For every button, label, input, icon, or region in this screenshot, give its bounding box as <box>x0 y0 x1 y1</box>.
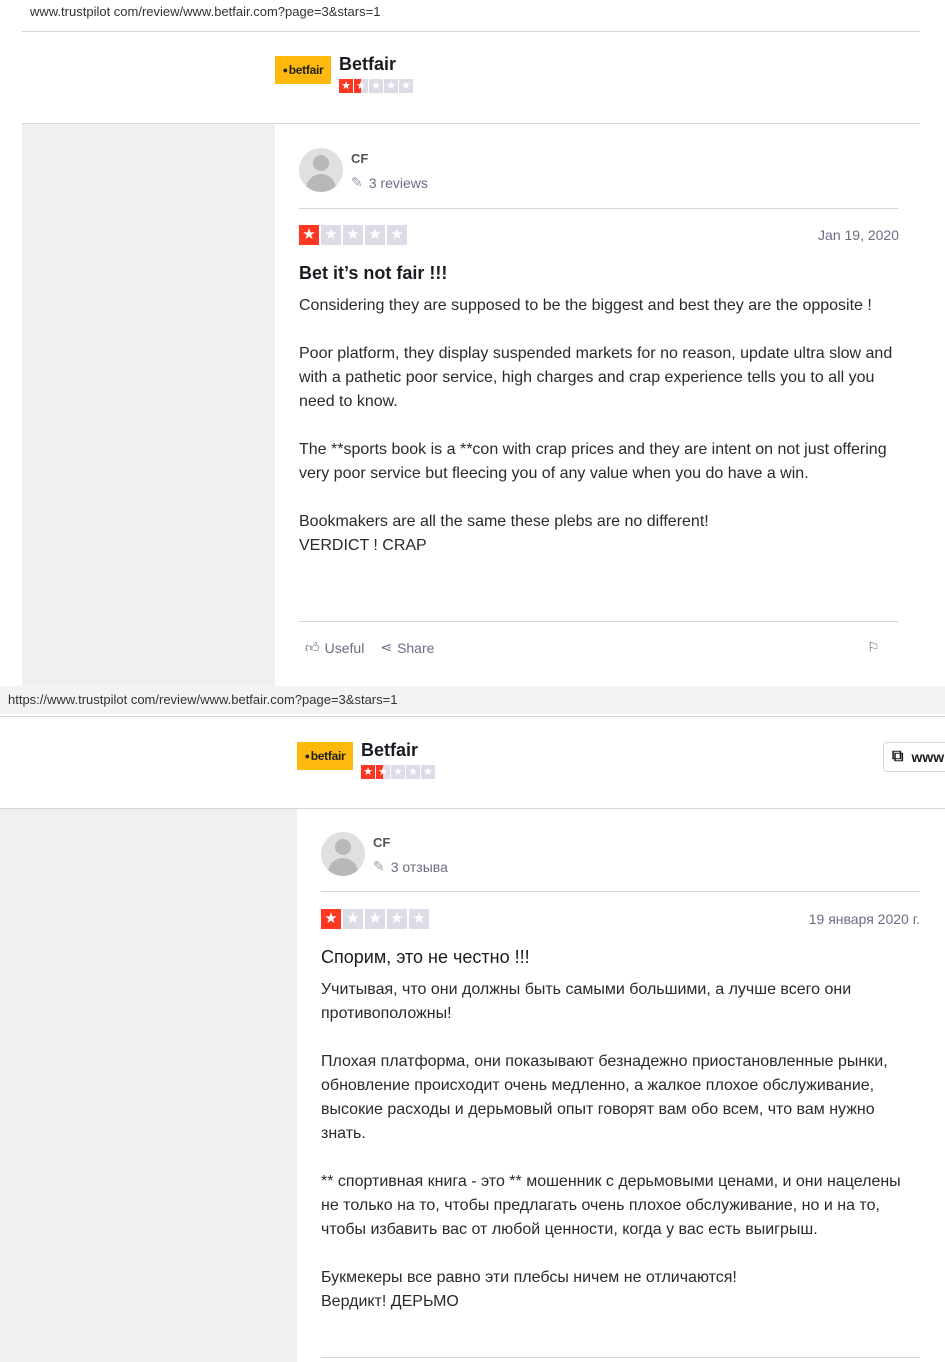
star-icon: ★ <box>409 909 429 929</box>
star-icon: ★ <box>399 79 413 93</box>
star-icon: ★ <box>421 765 435 779</box>
review-paragraph: Учитывая, что они должны быть самыми бол… <box>321 981 852 1022</box>
review-body: Considering they are supposed to be the … <box>299 294 894 558</box>
visit-website-button[interactable]: ⧉ www <box>883 742 945 772</box>
company-rating: ★ ★ ★ ★ ★ <box>339 79 413 93</box>
company-logo[interactable]: ● betfair <box>297 742 353 770</box>
company-name[interactable]: Betfair <box>339 54 413 74</box>
star-icon: ★ <box>339 79 353 93</box>
divider <box>321 1357 920 1358</box>
review-rating: ★ ★ ★ ★ ★ <box>321 909 429 929</box>
star-icon: ★ <box>343 225 363 245</box>
avatar-icon[interactable] <box>321 832 365 876</box>
star-icon: ★ <box>376 765 390 779</box>
review-paragraph: Considering they are supposed to be the … <box>299 297 872 314</box>
avatar-icon[interactable] <box>299 148 343 192</box>
review-paragraph: The **sports book is a **con with crap p… <box>299 441 887 482</box>
company-rating: ★ ★ ★ ★ ★ <box>361 765 435 779</box>
star-icon: ★ <box>365 909 385 929</box>
star-icon: ★ <box>391 765 405 779</box>
divider <box>22 31 920 32</box>
review-paragraph: Букмекеры все равно эти плебсы ничем не … <box>321 1269 737 1310</box>
company-header: ● betfair Betfair ★ ★ ★ ★ ★ <box>297 740 435 779</box>
screenshot-russian: https://www.trustpilot com/review/www.be… <box>0 686 945 1362</box>
pencil-icon: ✎ <box>351 174 363 190</box>
review-title[interactable]: Спорим, это не честно !!! <box>321 947 530 968</box>
star-icon: ★ <box>387 909 407 929</box>
review-date: 19 января 2020 г. <box>808 911 920 927</box>
company-name[interactable]: Betfair <box>361 740 435 760</box>
useful-button[interactable]: 👍︎ Useful <box>305 639 364 656</box>
review-rating: ★ ★ ★ ★ ★ <box>299 225 407 245</box>
pencil-icon: ✎ <box>373 858 385 874</box>
company-logo[interactable]: ● betfair <box>275 56 331 84</box>
review-card: CF ✎ 3 reviews ★ ★ ★ ★ ★ Jan 19, 2020 Bet… <box>275 124 920 686</box>
star-icon: ★ <box>321 225 341 245</box>
review-title[interactable]: Bet it’s not fair !!! <box>299 263 447 284</box>
share-icon: ⋖ <box>380 639 393 655</box>
star-icon: ★ <box>321 909 341 929</box>
reviewer-name[interactable]: CF <box>351 151 368 166</box>
review-paragraph: Bookmakers are all the same these plebs … <box>299 513 709 554</box>
divider <box>321 891 920 892</box>
left-sidebar <box>22 124 275 686</box>
flag-icon[interactable]: ⚐ <box>867 639 880 656</box>
divider <box>299 621 898 622</box>
address-bar[interactable]: https://www.trustpilot com/review/www.be… <box>8 692 397 707</box>
reviewer-review-count: ✎ 3 reviews <box>351 174 428 191</box>
star-icon: ★ <box>365 225 385 245</box>
review-card: CF ✎ 3 отзыва ★ ★ ★ ★ ★ 19 января 2020 г.… <box>297 809 945 1362</box>
star-icon: ★ <box>387 225 407 245</box>
star-icon: ★ <box>369 79 383 93</box>
review-body: Учитывая, что они должны быть самыми бол… <box>321 978 921 1314</box>
reviewer-name[interactable]: CF <box>373 835 390 850</box>
star-icon: ★ <box>343 909 363 929</box>
star-icon: ★ <box>299 225 319 245</box>
review-actions: 👍︎ Useful ⋖ Share <box>305 639 450 656</box>
company-header: ● betfair Betfair ★ ★ ★ ★ ★ <box>275 54 413 93</box>
review-paragraph: Плохая платформа, они показывают безнаде… <box>321 1053 888 1142</box>
thumbs-up-icon: 👍︎ <box>305 639 320 655</box>
star-icon: ★ <box>406 765 420 779</box>
star-icon: ★ <box>361 765 375 779</box>
address-bar[interactable]: www.trustpilot com/review/www.betfair.co… <box>30 4 380 19</box>
external-link-icon: ⧉ <box>892 748 904 765</box>
star-icon: ★ <box>354 79 368 93</box>
share-button[interactable]: ⋖ Share <box>380 639 434 656</box>
left-sidebar <box>0 809 297 1362</box>
divider <box>299 208 898 209</box>
divider <box>0 716 945 717</box>
star-icon: ★ <box>384 79 398 93</box>
review-paragraph: ** спортивная книга - это ** мошенник с … <box>321 1173 901 1238</box>
review-paragraph: Poor platform, they display suspended ma… <box>299 345 893 410</box>
screenshot-english: www.trustpilot com/review/www.betfair.co… <box>0 0 945 686</box>
reviewer-review-count: ✎ 3 отзыва <box>373 858 448 875</box>
review-date: Jan 19, 2020 <box>818 227 899 243</box>
